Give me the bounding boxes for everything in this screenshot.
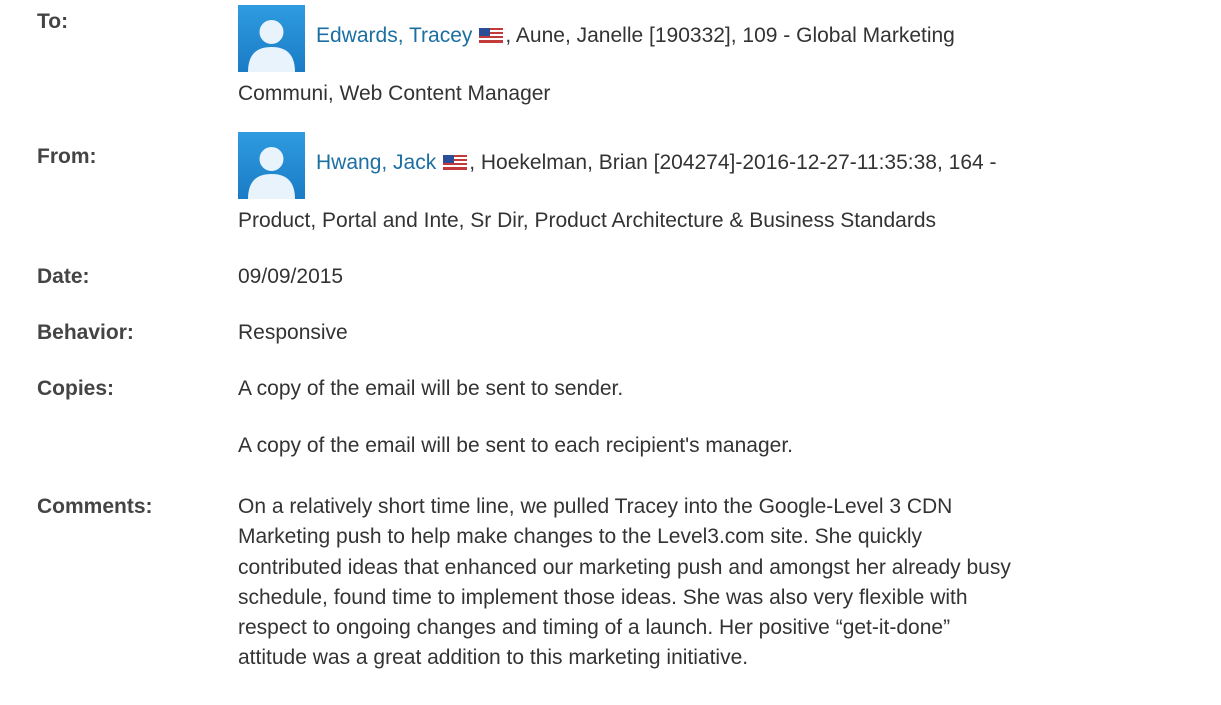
- sender-details: , Hoekelman, Brian [204274]-2016-12-27-1…: [469, 151, 997, 174]
- us-flag-icon: [443, 155, 468, 170]
- from-label: From:: [37, 145, 97, 168]
- user-avatar-icon: [238, 132, 305, 199]
- us-flag-icon: [479, 28, 504, 43]
- copies-label: Copies:: [37, 377, 115, 400]
- user-avatar-icon: [238, 5, 305, 72]
- behavior-label: Behavior:: [37, 321, 134, 344]
- recipient-details-continued: Communi, Web Content Manager: [238, 82, 551, 105]
- recipient-name-link[interactable]: Edwards, Tracey: [316, 24, 472, 47]
- copies-manager-note: A copy of the email will be sent to each…: [238, 434, 793, 457]
- date-label: Date:: [37, 265, 90, 288]
- sender-details-continued: Product, Portal and Inte, Sr Dir, Produc…: [238, 209, 937, 232]
- sender-name-link[interactable]: Hwang, Jack: [316, 151, 436, 174]
- comments-text: On a relatively short time line, we pull…: [238, 495, 1011, 670]
- from-sender-line: Hwang, Jack , Hoekelman, Brian [204274]-…: [316, 151, 997, 175]
- to-label: To:: [37, 10, 69, 33]
- recipient-details: , Aune, Janelle [190332], 109 - Global M…: [505, 24, 955, 47]
- to-recipient-line: Edwards, Tracey , Aune, Janelle [190332]…: [316, 24, 955, 48]
- behavior-value: Responsive: [238, 321, 348, 344]
- copies-sender-note: A copy of the email will be sent to send…: [238, 377, 624, 400]
- comments-label: Comments:: [37, 495, 153, 518]
- date-value: 09/09/2015: [238, 265, 344, 288]
